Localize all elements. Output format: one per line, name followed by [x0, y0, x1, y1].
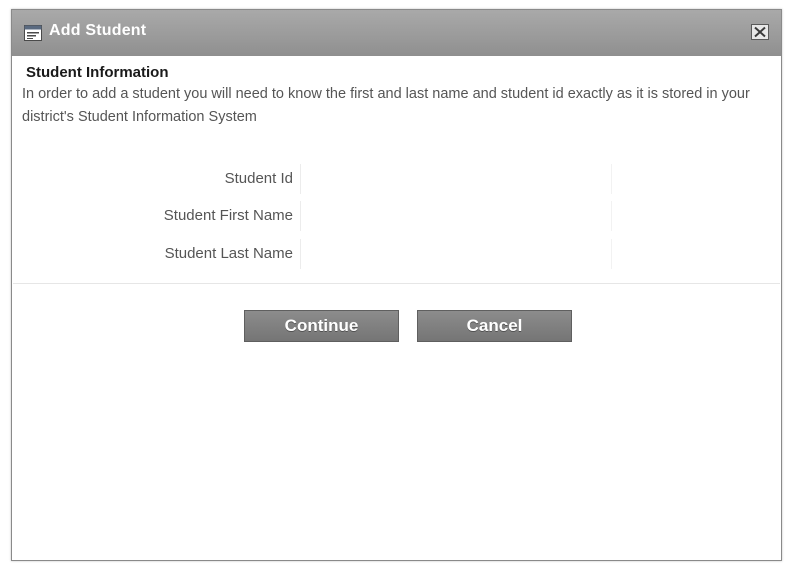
close-x-icon[interactable]	[751, 24, 769, 40]
form-divider	[13, 283, 780, 284]
continue-button[interactable]: Continue	[244, 310, 399, 342]
student-id-label: Student Id	[224, 170, 293, 187]
last-name-row: Student Last Name	[12, 238, 783, 270]
cancel-button[interactable]: Cancel	[417, 310, 572, 342]
section-title: Student Information	[26, 64, 169, 81]
form-icon	[24, 24, 42, 42]
last-name-label: Student Last Name	[164, 245, 293, 262]
dialog-titlebar[interactable]: Add Student	[12, 10, 781, 57]
first-name-label: Student First Name	[163, 207, 293, 224]
first-name-row: Student First Name	[12, 200, 783, 232]
student-id-row: Student Id	[12, 163, 783, 195]
student-id-input[interactable]	[300, 164, 612, 194]
add-student-dialog: Add Student Student Information In order…	[11, 9, 782, 561]
dialog-title: Add Student	[49, 22, 147, 39]
first-name-input[interactable]	[300, 201, 612, 231]
last-name-input[interactable]	[300, 239, 612, 269]
dialog-body: Student Information In order to add a st…	[12, 56, 781, 560]
instructions-text: In order to add a student you will need …	[22, 86, 750, 125]
